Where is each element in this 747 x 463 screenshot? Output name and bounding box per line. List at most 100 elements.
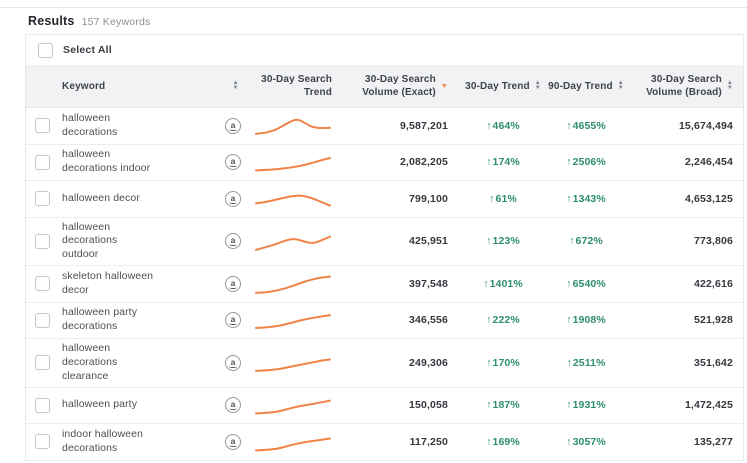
volume-broad-value: 135,277 xyxy=(694,436,733,448)
keyword-text: halloweendecorations indoor xyxy=(62,148,150,176)
row-checkbox[interactable] xyxy=(35,155,50,170)
volume-broad-value: 422,616 xyxy=(694,278,733,290)
trend-up-icon: ↑ xyxy=(566,193,571,205)
table-row: halloweendecorations a 9,587,201 ↑464% ↑… xyxy=(26,108,743,145)
trend-up-icon: ↑ xyxy=(566,314,571,326)
row-checkbox[interactable] xyxy=(35,191,50,206)
column-header-keyword[interactable]: Keyword xyxy=(58,80,216,93)
table-row: halloween decor a 799,100 ↑61% ↑1343% 4,… xyxy=(26,181,743,218)
table-row: skeleton halloweendecor a 397,548 ↑1401%… xyxy=(26,266,743,303)
row-checkbox[interactable] xyxy=(35,355,50,370)
trend-90-value: ↑6540% xyxy=(566,278,606,290)
table-row: halloweendecorationsoutdoor a 425,951 ↑1… xyxy=(26,218,743,267)
trend-30-value: ↑187% xyxy=(486,399,520,411)
column-header-trend-90[interactable]: 90-Day Trend ▲▼ xyxy=(546,80,626,93)
trend-up-icon: ↑ xyxy=(486,357,491,369)
select-all-checkbox[interactable] xyxy=(38,43,53,58)
trend-90-value: ↑2511% xyxy=(567,357,606,369)
results-table-card: Select All Keyword ▲▼ 30-Day Search Tren… xyxy=(25,34,744,461)
volume-broad-value: 351,642 xyxy=(694,357,733,369)
keyword-text: halloween party xyxy=(62,398,137,412)
trend-up-icon: ↑ xyxy=(566,278,571,290)
trend-up-icon: ↑ xyxy=(566,156,571,168)
column-header-trend-30[interactable]: 30-Day Trend ▲▼ xyxy=(460,80,546,93)
keyword-text: skeleton halloweendecor xyxy=(62,270,153,298)
trend-30-value: ↑174% xyxy=(486,156,520,168)
volume-broad-value: 521,928 xyxy=(694,314,733,326)
trend-30-value: ↑169% xyxy=(486,436,520,448)
trend-up-icon: ↑ xyxy=(567,357,572,369)
trend-up-icon: ↑ xyxy=(566,436,571,448)
amazon-icon: a xyxy=(225,154,241,170)
amazon-icon: a xyxy=(225,397,241,413)
trend-up-icon: ↑ xyxy=(486,399,491,411)
amazon-icon: a xyxy=(225,434,241,450)
row-checkbox[interactable] xyxy=(35,118,50,133)
search-trend-sparkline xyxy=(254,228,332,254)
sort-icon: ▲▼ xyxy=(535,81,541,91)
column-header-search-trend[interactable]: 30-Day Search Trend xyxy=(250,73,342,99)
volume-broad-value: 15,674,494 xyxy=(679,120,733,132)
volume-exact-value: 397,548 xyxy=(409,278,448,290)
row-checkbox[interactable] xyxy=(35,398,50,413)
row-checkbox[interactable] xyxy=(35,276,50,291)
column-header-volume-broad[interactable]: 30-Day Search Volume (Broad) ▲▼ xyxy=(626,73,743,99)
keyword-text: halloween partydecorations xyxy=(62,306,137,334)
table-row: halloweendecorations indoor a 2,082,205 … xyxy=(26,145,743,182)
trend-up-icon: ↑ xyxy=(569,235,574,247)
search-trend-sparkline xyxy=(254,429,332,455)
results-title: Results xyxy=(28,14,75,28)
keyword-text: halloween decor xyxy=(62,192,140,206)
amazon-icon: a xyxy=(225,191,241,207)
amazon-icon: a xyxy=(225,276,241,292)
row-checkbox[interactable] xyxy=(35,234,50,249)
trend-90-value: ↑1908% xyxy=(566,314,606,326)
trend-90-value: ↑1343% xyxy=(566,193,606,205)
amazon-icon: a xyxy=(225,312,241,328)
sort-desc-icon: ▼ xyxy=(441,83,448,90)
search-trend-sparkline xyxy=(254,392,332,418)
table-row: halloween partydecorations a 346,556 ↑22… xyxy=(26,303,743,340)
volume-exact-value: 346,556 xyxy=(409,314,448,326)
search-trend-sparkline xyxy=(254,149,332,175)
trend-up-icon: ↑ xyxy=(486,436,491,448)
row-checkbox[interactable] xyxy=(35,313,50,328)
results-count-badge: 157 Keywords xyxy=(82,16,151,28)
trend-up-icon: ↑ xyxy=(566,120,571,132)
trend-up-icon: ↑ xyxy=(483,278,488,290)
column-header-keyword-sort[interactable]: ▲▼ xyxy=(216,81,250,91)
volume-exact-value: 9,587,201 xyxy=(400,120,448,132)
search-trend-sparkline xyxy=(254,113,332,139)
sort-icon: ▲▼ xyxy=(232,81,238,91)
select-all-label: Select All xyxy=(63,44,112,56)
trend-up-icon: ↑ xyxy=(486,314,491,326)
trend-30-value: ↑61% xyxy=(489,193,517,205)
volume-exact-value: 249,306 xyxy=(409,357,448,369)
amazon-icon: a xyxy=(225,118,241,134)
column-header-volume-exact[interactable]: 30-Day Search Volume (Exact) ▼ xyxy=(342,73,460,99)
volume-broad-value: 4,653,125 xyxy=(685,193,733,205)
sort-icon: ▲▼ xyxy=(618,81,624,91)
select-all-row: Select All xyxy=(26,35,743,65)
row-checkbox[interactable] xyxy=(35,434,50,449)
trend-up-icon: ↑ xyxy=(489,193,494,205)
trend-up-icon: ↑ xyxy=(566,399,571,411)
table-row: indoor halloweendecorations a 117,250 ↑1… xyxy=(26,424,743,461)
table-body: halloweendecorations a 9,587,201 ↑464% ↑… xyxy=(26,108,743,461)
trend-90-value: ↑3057% xyxy=(566,436,606,448)
volume-exact-value: 2,082,205 xyxy=(400,156,448,168)
trend-up-icon: ↑ xyxy=(486,156,491,168)
volume-broad-value: 1,472,425 xyxy=(685,399,733,411)
table-row: halloween party a 150,058 ↑187% ↑1931% 1… xyxy=(26,388,743,425)
search-trend-sparkline xyxy=(254,186,332,212)
keyword-text: halloweendecorationsclearance xyxy=(62,342,117,384)
trend-up-icon: ↑ xyxy=(486,235,491,247)
table-header-row: Keyword ▲▼ 30-Day Search Trend 30-Day Se… xyxy=(26,65,743,108)
volume-broad-value: 773,806 xyxy=(694,235,733,247)
trend-30-value: ↑464% xyxy=(486,120,520,132)
search-trend-sparkline xyxy=(254,350,332,376)
search-trend-sparkline xyxy=(254,271,332,297)
volume-exact-value: 117,250 xyxy=(410,436,448,448)
trend-90-value: ↑1931% xyxy=(566,399,606,411)
results-bar: Results 157 Keywords xyxy=(0,8,747,34)
